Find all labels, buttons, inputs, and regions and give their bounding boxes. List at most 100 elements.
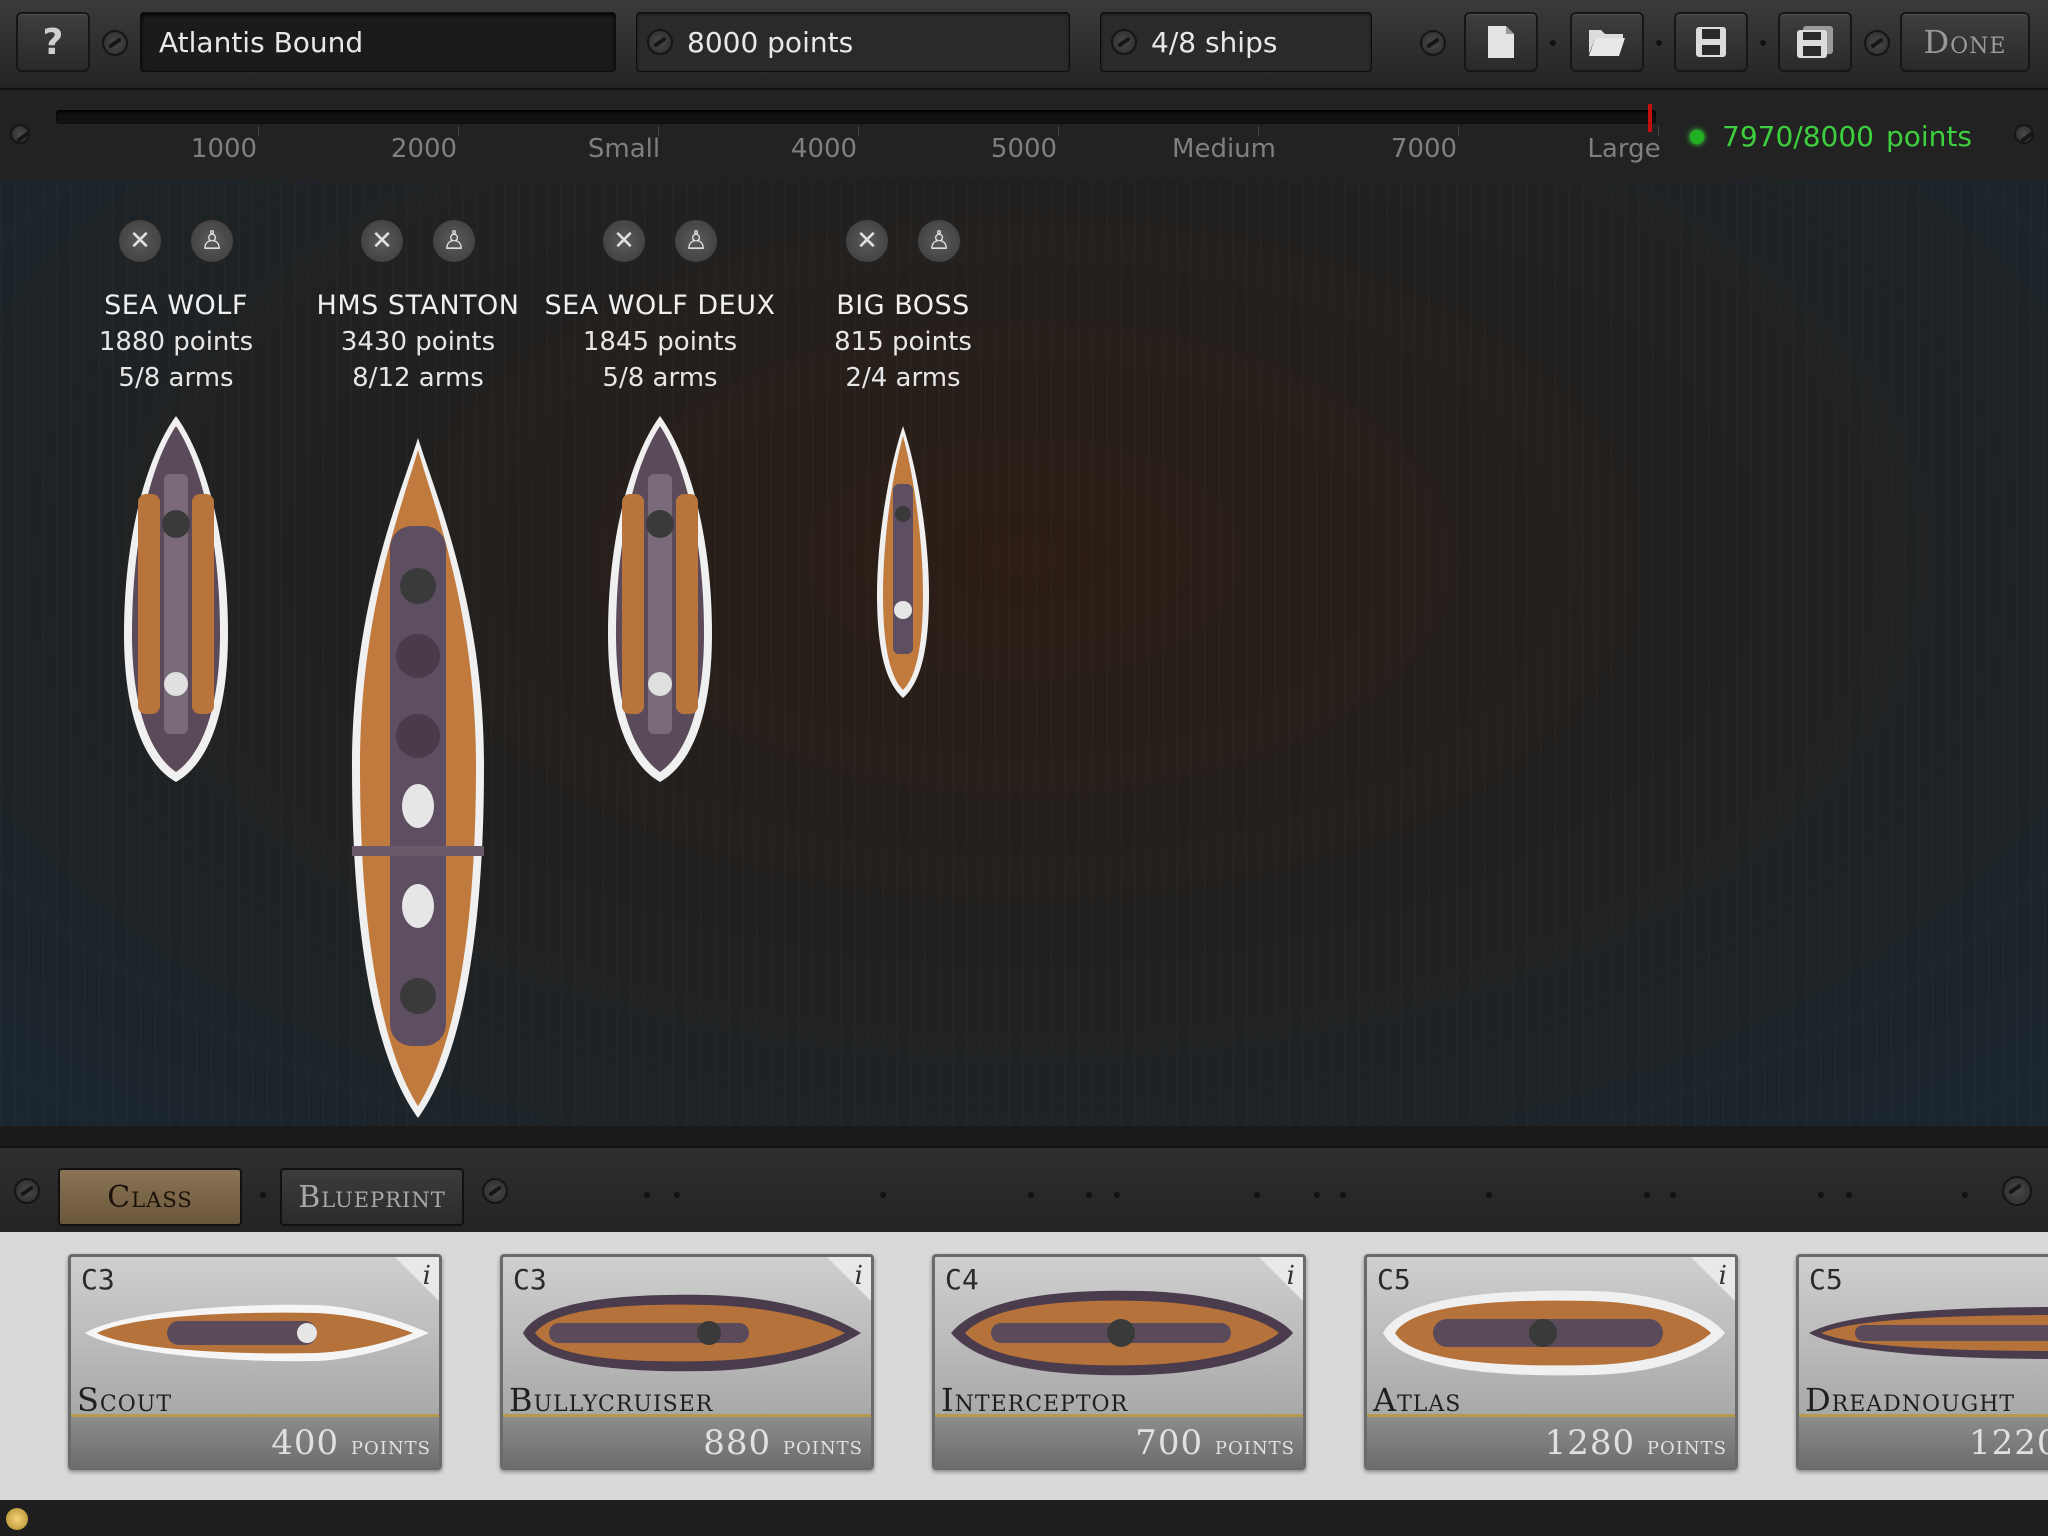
class-card-interceptor[interactable]: C4 i Interceptor 700 points: [932, 1254, 1306, 1470]
remove-ship-button[interactable]: ✕: [117, 218, 163, 264]
close-icon: ✕: [371, 226, 393, 256]
fleet-name-text: Atlantis Bound: [159, 25, 364, 59]
class-card-atlas[interactable]: C5 i Atlas 1280 points: [1364, 1254, 1738, 1470]
screw-icon: [1864, 30, 1890, 56]
remove-ship-button[interactable]: ✕: [359, 218, 405, 264]
scale-tick-label: 1000: [190, 134, 258, 164]
save-as-button[interactable]: [1778, 12, 1852, 72]
save-fleet-button[interactable]: [1674, 12, 1748, 72]
card-footer: 700 points: [935, 1414, 1303, 1467]
open-folder-icon: [1589, 30, 1625, 56]
ship-arms: 5/8 arms: [602, 363, 718, 393]
scroll-knob-icon[interactable]: [2002, 1176, 2032, 1206]
ship-hull-sea-wolf-deux[interactable]: [600, 414, 720, 784]
class-card-dreadnought[interactable]: C5 Dreadnought 1220: [1796, 1254, 2048, 1470]
separator-dot: [1656, 40, 1662, 46]
ship-hull-hms-stanton[interactable]: [344, 436, 492, 1120]
scale-tick-mark: [1658, 126, 1659, 136]
fleet-size-scale: 7970/8000 points 1000 2000 Small 4000 5000 Me…: [0, 90, 2048, 180]
catalog-tab-bar: Class Blueprint: [0, 1146, 2048, 1234]
tab-class[interactable]: Class: [58, 1168, 242, 1226]
close-icon: ✕: [613, 226, 635, 256]
scale-tick-label: 4000: [790, 134, 858, 164]
status-led-icon: [1690, 129, 1704, 144]
done-label: Done: [1923, 23, 2007, 61]
separator-dot: [1340, 1192, 1346, 1198]
ship-count-text: 4/8 ships: [1151, 25, 1278, 59]
ship-hull-sea-wolf[interactable]: [116, 414, 236, 784]
separator-dot: [260, 1192, 266, 1198]
done-button[interactable]: Done: [1900, 12, 2030, 72]
ship-icon-scout: [85, 1304, 429, 1362]
dial-icon: [1111, 29, 1137, 55]
ship-count-selector[interactable]: 4/8 ships: [1100, 12, 1372, 72]
card-points-value: 880: [703, 1423, 772, 1463]
captain-icon: ♙: [442, 226, 466, 256]
ship-name: BIG BOSS: [836, 290, 970, 321]
scale-tick-mark: [658, 126, 659, 136]
question-icon: ?: [42, 21, 64, 63]
card-points-unit: points: [782, 1431, 863, 1461]
separator-dot: [1818, 1192, 1824, 1198]
ship-points: 1845 points: [582, 327, 738, 357]
scale-tick-mark: [458, 126, 459, 136]
scale-tick-mark: [1058, 126, 1059, 136]
captain-icon: ♙: [684, 226, 708, 256]
card-footer: 880 points: [503, 1414, 871, 1467]
fleet-ship-sea-wolf-deux[interactable]: ✕ ♙ SEA WOLF DEUX 1845 points 5/8 arms: [540, 218, 780, 393]
scale-tick-mark: [258, 126, 259, 136]
screw-icon: [2014, 124, 2034, 144]
scale-tick-mark: [1458, 126, 1459, 136]
new-fleet-button[interactable]: [1464, 12, 1538, 72]
page-indicator-icon[interactable]: [6, 1508, 28, 1530]
dial-icon: [647, 29, 673, 55]
scale-track: [56, 110, 1656, 124]
save-as-icon: [1797, 26, 1833, 58]
ship-points: 1880 points: [98, 327, 254, 357]
separator-dot: [1644, 1192, 1650, 1198]
fleet-ship-hms-stanton[interactable]: ✕ ♙ HMS STANTON 3430 points 8/12 arms: [298, 218, 538, 393]
card-footer: 1220: [1799, 1414, 2048, 1467]
scale-tick-label: 2000: [390, 134, 458, 164]
card-points-value: 1220: [1969, 1423, 2048, 1463]
tab-blueprint[interactable]: Blueprint: [280, 1168, 464, 1226]
help-button[interactable]: ?: [16, 12, 90, 72]
save-icon: [1696, 27, 1726, 57]
fleet-name-field[interactable]: Atlantis Bound: [140, 12, 616, 72]
card-points-value: 1280: [1544, 1423, 1636, 1463]
scale-tick-label: 5000: [990, 134, 1058, 164]
separator-dot: [1254, 1192, 1260, 1198]
separator-dot: [1114, 1192, 1120, 1198]
ship-hull-big-boss[interactable]: [873, 424, 933, 700]
ship-name: SEA WOLF: [104, 290, 248, 321]
points-total-value: 7970/8000: [1722, 120, 1874, 153]
separator-dot: [1670, 1192, 1676, 1198]
separator-dot: [1028, 1192, 1034, 1198]
assign-captain-button[interactable]: ♙: [916, 218, 962, 264]
points-limit-text: 8000 points: [687, 25, 854, 59]
assign-captain-button[interactable]: ♙: [189, 218, 235, 264]
tab-blueprint-label: Blueprint: [298, 1179, 446, 1215]
open-fleet-button[interactable]: [1570, 12, 1644, 72]
ship-arms: 2/4 arms: [845, 363, 961, 393]
assign-captain-button[interactable]: ♙: [431, 218, 477, 264]
new-file-icon: [1488, 26, 1514, 58]
ship-name: HMS STANTON: [316, 290, 520, 321]
card-footer: 400 points: [71, 1414, 439, 1467]
remove-ship-button[interactable]: ✕: [844, 218, 890, 264]
class-card-scout[interactable]: C3 i Scout 400 points: [68, 1254, 442, 1470]
class-card-bullycruiser[interactable]: C3 i Bullycruiser 880 points: [500, 1254, 874, 1470]
separator-dot: [1760, 40, 1766, 46]
ship-points: 815 points: [834, 327, 972, 357]
points-limit-selector[interactable]: 8000 points: [636, 12, 1070, 72]
close-icon: ✕: [129, 226, 151, 256]
remove-ship-button[interactable]: ✕: [601, 218, 647, 264]
screw-icon: [14, 1178, 40, 1204]
assign-captain-button[interactable]: ♙: [673, 218, 719, 264]
fleet-ship-sea-wolf[interactable]: ✕ ♙ SEA WOLF 1880 points 5/8 arms: [56, 218, 296, 393]
screw-icon: [10, 124, 30, 144]
ship-name: SEA WOLF DEUX: [544, 290, 776, 321]
separator-dot: [1314, 1192, 1320, 1198]
fleet-ship-big-boss[interactable]: ✕ ♙ BIG BOSS 815 points 2/4 arms: [783, 218, 1023, 393]
current-points-marker: [1647, 104, 1652, 132]
